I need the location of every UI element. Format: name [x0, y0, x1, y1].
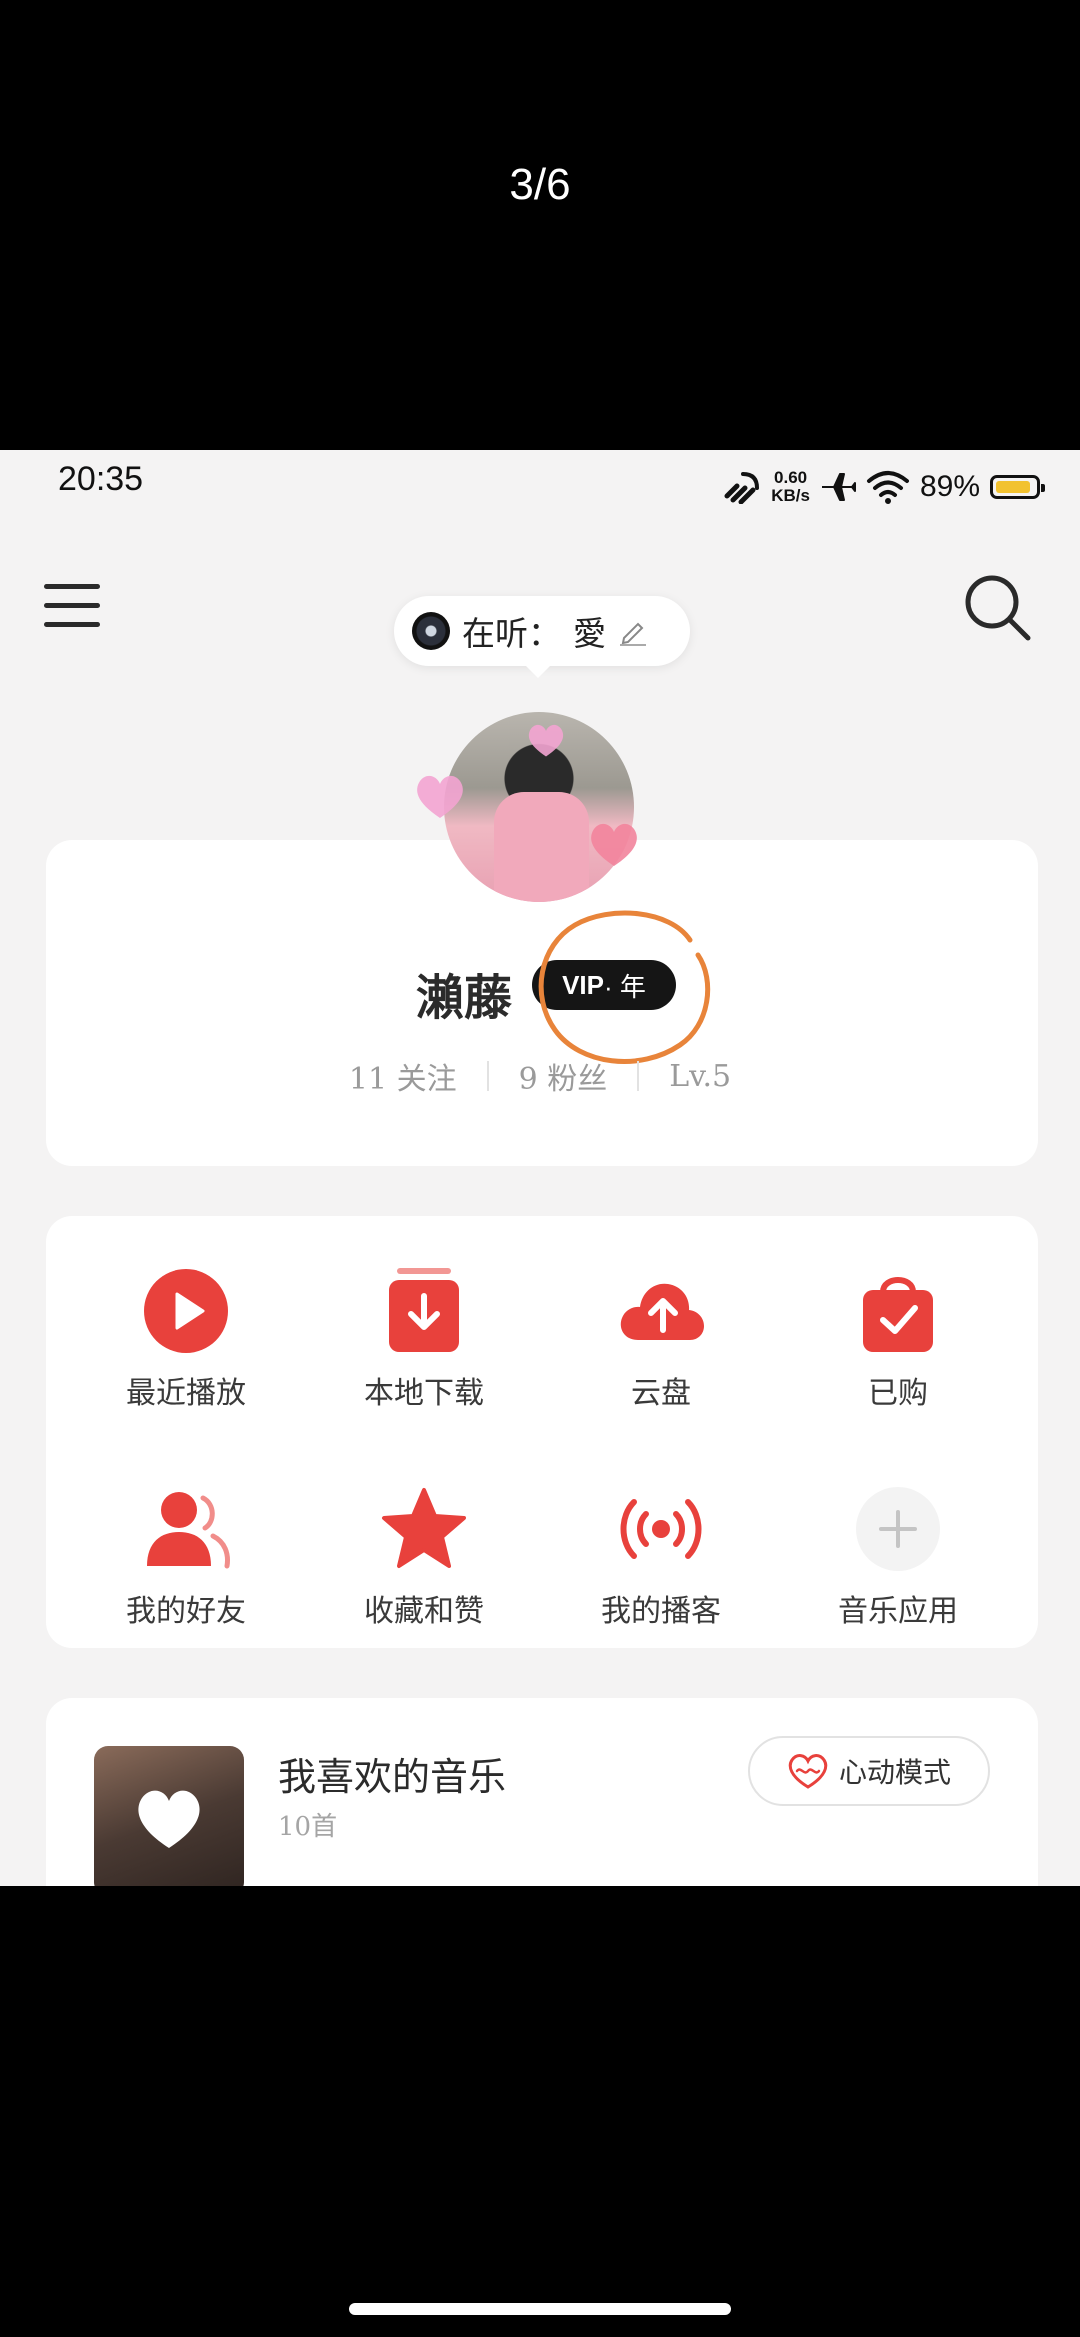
shortcut-recent-play[interactable]: 最近播放 [86, 1266, 286, 1412]
shortcut-purchased[interactable]: 已购 [798, 1266, 998, 1412]
shortcut-music-apps[interactable]: 音乐应用 [798, 1484, 998, 1630]
pink-heart-icon [591, 823, 637, 866]
search-icon[interactable] [962, 572, 1032, 642]
avatar-figure [494, 792, 589, 902]
shortcut-favorites[interactable]: 收藏和赞 [324, 1484, 524, 1630]
play-icon [144, 1269, 228, 1353]
pink-heart-icon [528, 724, 564, 757]
shortcut-label: 最近播放 [126, 1376, 246, 1411]
shopping-bag-icon [863, 1277, 933, 1352]
followers-count[interactable]: 9 粉丝 [489, 1054, 638, 1098]
heart-icon [138, 1790, 200, 1848]
friends-icon [147, 1492, 230, 1569]
airplane-icon [821, 473, 856, 501]
star-icon [382, 1488, 466, 1568]
playlist-cover [94, 1746, 244, 1886]
liked-music-card[interactable]: 我喜欢的音乐 10首 心动模式 [46, 1698, 1038, 1886]
shortcut-local-download[interactable]: 本地下载 [324, 1266, 524, 1412]
shortcut-grid: 最近播放 本地下载 云盘 已购 我的好友 收藏和赞 我的播客 音乐应用 [46, 1216, 1038, 1648]
now-playing-song: 愛 [573, 614, 606, 653]
wifi-icon [866, 471, 909, 504]
now-playing-label: 在听： [462, 614, 561, 653]
pink-heart-icon [417, 775, 463, 818]
orange-annotation-circle [538, 910, 711, 1064]
pencil-icon[interactable] [618, 616, 648, 646]
shortcut-label: 音乐应用 [838, 1594, 958, 1629]
image-page-counter: 3/6 [509, 160, 571, 209]
user-level[interactable]: Lv.5 [639, 1059, 761, 1094]
shortcut-label: 已购 [868, 1376, 928, 1411]
network-speed-value: 0.60 [774, 468, 808, 487]
shortcut-podcast[interactable]: 我的播客 [561, 1484, 761, 1630]
heartbeat-icon [788, 1754, 828, 1789]
shortcut-cloud-disk[interactable]: 云盘 [561, 1266, 761, 1412]
network-speed-unit: KB/s [771, 486, 810, 505]
playlist-title: 我喜欢的音乐 [278, 1755, 507, 1799]
status-time: 20:35 [58, 460, 144, 498]
shortcut-label: 我的播客 [601, 1594, 721, 1629]
download-icon [389, 1268, 459, 1352]
app-screenshot: 20:35 0.60 KB/s 89% 在听： 愛 瀨藤 VIP · 年 11 … [0, 450, 1080, 1886]
broadcast-icon [620, 1499, 702, 1559]
satellite-icon [724, 472, 760, 504]
battery-icon [990, 475, 1045, 499]
shortcut-label: 本地下载 [364, 1376, 484, 1411]
shortcut-label: 我的好友 [126, 1594, 246, 1629]
heartbeat-mode-label: 心动模式 [838, 1756, 951, 1789]
plus-icon [856, 1487, 940, 1571]
shortcut-label: 收藏和赞 [364, 1594, 484, 1629]
status-icons: 0.60 KB/s 89% [723, 462, 1045, 512]
profile-name: 瀨藤 [416, 970, 513, 1026]
status-bar: 20:35 0.60 KB/s 89% [0, 450, 1080, 530]
network-speed: 0.60 KB/s [771, 469, 810, 505]
shortcut-label: 云盘 [631, 1376, 691, 1411]
record-disc-icon [412, 612, 450, 650]
home-indicator[interactable] [349, 2303, 731, 2315]
now-playing-pill[interactable]: 在听： 愛 [394, 596, 690, 678]
shortcut-friends[interactable]: 我的好友 [86, 1484, 286, 1630]
avatar[interactable] [414, 712, 654, 912]
battery-percent: 89% [919, 470, 980, 503]
following-count[interactable]: 11 关注 [319, 1054, 487, 1098]
heartbeat-mode-button[interactable]: 心动模式 [748, 1736, 990, 1806]
battery-level [996, 481, 1030, 493]
cloud-upload-icon [620, 1283, 704, 1340]
profile-stats: 11 关注 9 粉丝 Lv.5 [0, 1054, 1080, 1098]
menu-icon[interactable] [44, 582, 100, 630]
playlist-track-count: 10首 [278, 1812, 338, 1842]
